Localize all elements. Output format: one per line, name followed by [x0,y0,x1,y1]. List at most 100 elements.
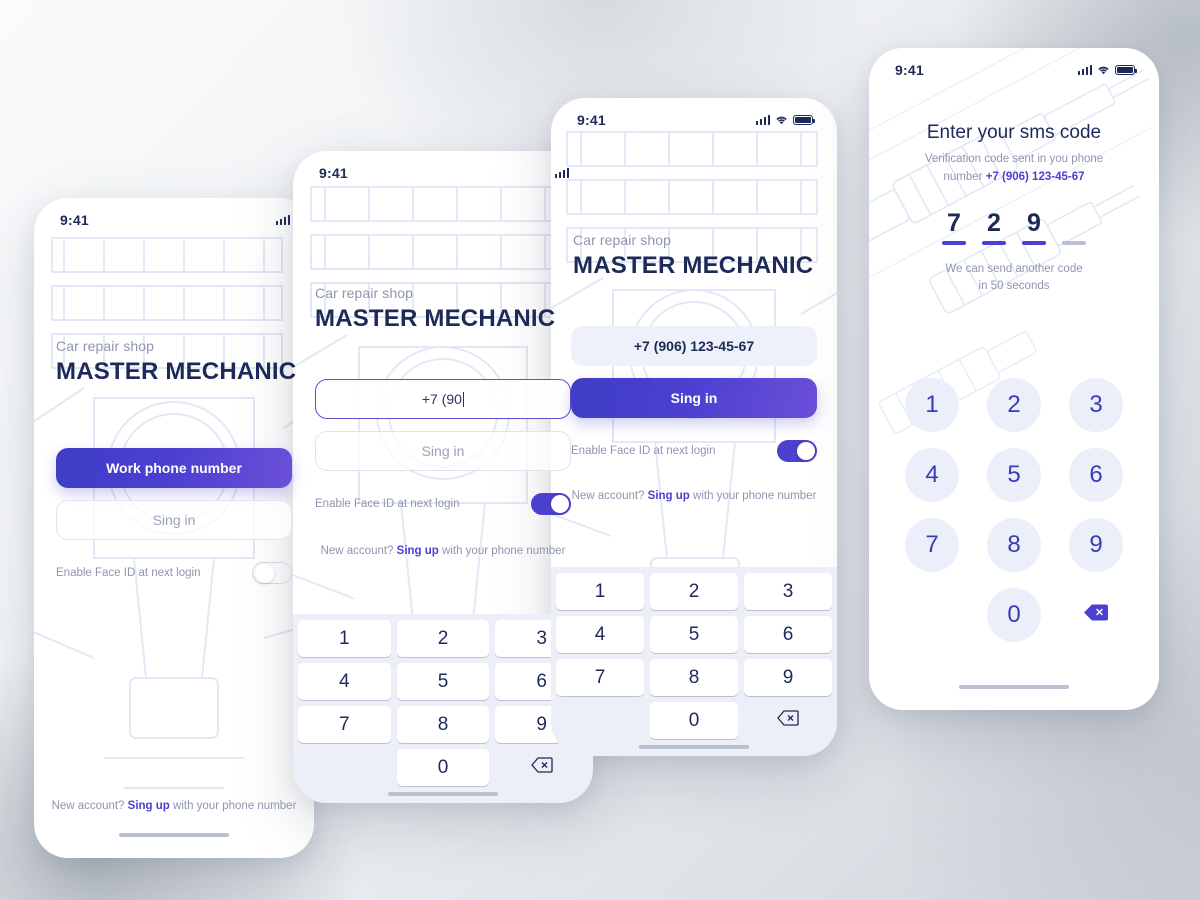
backspace-icon [530,756,553,779]
code-cell-1[interactable]: 7 [942,209,966,245]
key-9[interactable]: 9 [744,659,832,696]
key-6[interactable]: 6 [744,616,832,653]
status-bar: 9:41 [551,98,837,128]
key-blank [905,588,959,642]
key-0[interactable]: 0 [396,749,490,786]
signup-suffix: with your phone number [438,545,566,557]
brand-block: Car repair shop MASTER MECHANIC [34,338,314,386]
resend-timer-line1: We can send another code [945,262,1083,275]
sign-in-button[interactable]: Sing in [571,378,817,418]
sms-subtitle-prefix: number [943,170,986,183]
home-indicator [388,792,498,796]
code-digit-1: 7 [947,208,961,237]
key-8[interactable]: 8 [987,518,1041,572]
resend-timer: We can send another code in 50 seconds [899,261,1129,297]
code-cell-3[interactable]: 9 [1022,209,1046,245]
signup-prefix: New account? [571,490,648,502]
key-8[interactable]: 8 [650,659,738,696]
sign-in-button[interactable]: Sing in [315,431,571,471]
key-9[interactable]: 9 [1069,518,1123,572]
key-blank [298,749,391,786]
signal-bars-icon [755,115,770,125]
key-7[interactable]: 7 [556,659,644,696]
code-cell-2[interactable]: 2 [982,209,1006,245]
battery-icon [1115,65,1137,75]
signup-suffix: with your phone number [689,490,817,502]
key-3[interactable]: 3 [1069,378,1123,432]
key-0[interactable]: 0 [987,588,1041,642]
phone-number-input[interactable]: +7 (906) 123-45-67 [571,326,817,366]
phone-screen-sms-code: 9:41 Enter your sms code Verification co… [869,48,1159,710]
status-time: 9:41 [577,112,606,128]
numeric-keypad[interactable]: 1 2 3 4 5 6 7 8 9 0 [869,378,1159,658]
status-bar: 9:41 [869,48,1159,78]
key-1[interactable]: 1 [298,620,391,657]
key-3[interactable]: 3 [744,573,832,610]
phone-number-input[interactable]: +7 (90 [315,379,571,419]
key-4[interactable]: 4 [556,616,644,653]
key-5[interactable]: 5 [987,448,1041,502]
home-indicator [959,685,1069,689]
key-5[interactable]: 5 [650,616,738,653]
signup-footer[interactable]: New account? Sing up with your phone num… [571,490,817,502]
phone-number-value: +7 (90 [421,391,462,407]
key-7[interactable]: 7 [905,518,959,572]
sms-subtitle: Verification code sent in you phone numb… [899,151,1129,187]
signal-bars-icon [554,168,569,178]
home-indicator [639,745,749,749]
signup-prefix: New account? [51,800,128,812]
phone-screen-phone-complete: 9:41 Car repair shop MASTER MECHANIC +7 … [551,98,837,756]
key-2[interactable]: 2 [987,378,1041,432]
code-underline-3 [1022,240,1046,245]
key-4[interactable]: 4 [298,663,391,700]
key-2[interactable]: 2 [396,620,490,657]
code-digit-2: 2 [987,208,1001,237]
status-time: 9:41 [60,212,89,228]
key-7[interactable]: 7 [298,706,391,743]
numeric-keypad[interactable]: 1 2 3 4 5 6 7 8 9 0 [551,567,837,756]
key-5[interactable]: 5 [396,663,490,700]
brand-subtitle: Car repair shop [573,232,671,248]
code-cell-4[interactable] [1062,209,1086,245]
signup-link[interactable]: Sing up [648,490,690,502]
sms-subtitle-line1: Verification code sent in you phone [924,153,1104,165]
signup-link[interactable]: Sing up [397,545,439,557]
key-1[interactable]: 1 [556,573,644,610]
key-blank [556,702,644,739]
backspace-key[interactable] [744,702,832,739]
brand-title: MASTER MECHANIC [573,252,814,279]
signup-suffix: with your phone number [169,800,297,812]
status-time: 9:41 [895,62,924,78]
code-underline-2 [982,240,1006,245]
key-2[interactable]: 2 [650,573,738,610]
wifi-icon [775,115,788,125]
sms-code-input[interactable]: 7 2 9 [899,209,1129,245]
brand-title: MASTER MECHANIC [56,358,297,385]
work-phone-number-button[interactable]: Work phone number [56,448,292,488]
key-8[interactable]: 8 [396,706,490,743]
brand-block: Car repair shop MASTER MECHANIC [551,232,837,280]
face-id-toggle[interactable] [531,493,571,515]
key-0[interactable]: 0 [650,702,738,739]
sms-page-title: Enter your sms code [926,122,1102,143]
face-id-toggle-label: Enable Face ID at next login [315,498,460,510]
signup-link[interactable]: Sing up [128,800,170,812]
signup-footer[interactable]: New account? Sing up with your phone num… [34,800,314,812]
status-time: 9:41 [319,165,348,181]
phone-screen-phone-typing: 9:41 Car repair shop MASTER MECHANIC +7 … [293,151,593,803]
face-id-toggle[interactable] [252,562,292,584]
sms-phone-number: +7 (906) 123-45-67 [985,170,1085,183]
key-4[interactable]: 4 [905,448,959,502]
signup-footer[interactable]: New account? Sing up with your phone num… [315,545,571,557]
key-6[interactable]: 6 [1069,448,1123,502]
face-id-toggle[interactable] [777,440,817,462]
brand-subtitle: Car repair shop [315,285,413,301]
wifi-icon [1097,65,1110,75]
sign-in-button[interactable]: Sing in [56,500,292,540]
backspace-key[interactable] [1069,588,1123,642]
code-digit-3: 9 [1027,208,1041,237]
numeric-keypad[interactable]: 1 2 3 4 5 6 7 8 9 0 [293,614,593,803]
key-1[interactable]: 1 [905,378,959,432]
signal-bars-icon [1077,65,1092,75]
backspace-icon [777,709,799,732]
